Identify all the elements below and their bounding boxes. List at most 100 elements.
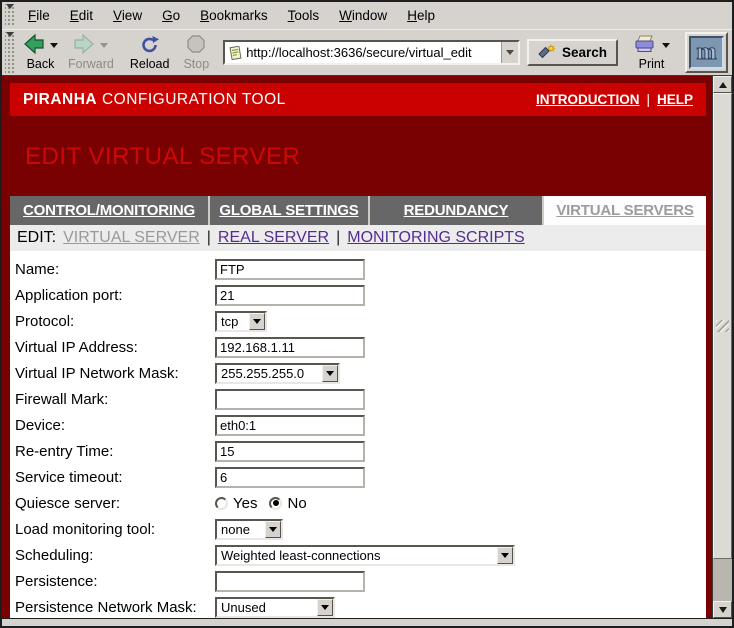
subnav-prefix: EDIT: — [17, 229, 56, 247]
back-label: Back — [27, 57, 55, 71]
reload-icon — [140, 35, 160, 57]
chevron-down-icon — [253, 319, 261, 324]
url-bar — [223, 40, 520, 65]
menu-bar: FileEditViewGoBookmarksToolsWindowHelp — [2, 2, 732, 29]
field-label: Quiesce server: — [15, 495, 215, 512]
subnav-separator: | — [207, 229, 211, 247]
field-label: Persistence: — [15, 573, 215, 590]
chevron-down-icon — [501, 553, 509, 558]
dropdown-value: Weighted least-connections — [217, 548, 497, 563]
search-button[interactable]: Search — [527, 39, 618, 66]
form-row-quiesce-server: Quiesce server:YesNo — [10, 490, 706, 516]
reload-label: Reload — [130, 57, 170, 71]
form-row-virtual-ip-network-mask: Virtual IP Network Mask:255.255.255.0 — [10, 360, 706, 386]
tab-virtual-servers[interactable]: VIRTUAL SERVERS — [544, 196, 706, 225]
menu-tools[interactable]: Tools — [278, 4, 330, 27]
piranha-page: PIRANHA CONFIGURATION TOOL INTRODUCTION|… — [2, 76, 712, 618]
tab-redundancy[interactable]: REDUNDANCY — [370, 196, 544, 225]
quiesce-server-radio-yes[interactable] — [215, 497, 228, 510]
field-label: Load monitoring tool: — [15, 521, 215, 538]
subnav-link-virtual-server[interactable]: VIRTUAL SERVER — [63, 229, 200, 247]
dropdown-arrow-button[interactable] — [265, 521, 281, 538]
toolbar-grippy[interactable] — [5, 32, 15, 73]
scrollbar-thumb[interactable] — [713, 93, 732, 559]
mozilla-logo-button[interactable]: m — [685, 32, 728, 73]
search-label: Search — [562, 45, 607, 60]
forward-button[interactable]: Forward — [63, 31, 119, 75]
reload-button[interactable]: Reload — [125, 31, 175, 75]
forward-dropdown-arrow[interactable] — [100, 43, 108, 48]
vertical-scrollbar[interactable] — [712, 76, 732, 618]
scroll-up-button[interactable] — [713, 76, 732, 93]
field-label: Virtual IP Address: — [15, 339, 215, 356]
print-dropdown-arrow[interactable] — [662, 43, 670, 48]
menu-go[interactable]: Go — [152, 4, 190, 27]
subnav-link-monitoring-scripts[interactable]: MONITORING SCRIPTS — [347, 229, 525, 247]
form-row-load-monitoring-tool: Load monitoring tool:none — [10, 516, 706, 542]
header-link-separator: | — [646, 92, 650, 107]
scheduling-dropdown[interactable]: Weighted least-connections — [215, 545, 515, 566]
back-dropdown-arrow[interactable] — [50, 43, 58, 48]
scroll-down-icon — [719, 607, 727, 613]
re-entry-time-input[interactable] — [215, 441, 365, 462]
form-area: Name:Application port:Protocol:tcpVirtua… — [10, 251, 706, 618]
subnav-link-real-server[interactable]: REAL SERVER — [218, 229, 329, 247]
dropdown-arrow-button[interactable] — [497, 547, 513, 564]
chevron-down-icon — [321, 605, 329, 610]
back-icon — [23, 34, 45, 57]
browser-viewport: PIRANHA CONFIGURATION TOOL INTRODUCTION|… — [2, 76, 732, 618]
scroll-up-icon — [719, 82, 727, 88]
virtual-ip-address-input[interactable] — [215, 337, 365, 358]
form-row-protocol: Protocol:tcp — [10, 308, 706, 334]
service-timeout-input[interactable] — [215, 467, 365, 488]
header-link-introduction[interactable]: INTRODUCTION — [536, 92, 640, 107]
subnav-separator: | — [336, 229, 340, 247]
scrollbar-track[interactable] — [713, 559, 732, 601]
dropdown-arrow-button[interactable] — [249, 313, 265, 330]
field-label: Virtual IP Network Mask: — [15, 365, 215, 382]
header-link-help[interactable]: HELP — [657, 92, 693, 107]
quiesce-server-radio-no[interactable] — [269, 497, 282, 510]
load-monitoring-tool-dropdown[interactable]: none — [215, 519, 283, 540]
name-input[interactable] — [215, 259, 365, 280]
form-row-virtual-ip-address: Virtual IP Address: — [10, 334, 706, 360]
subnav: EDIT: VIRTUAL SERVER | REAL SERVER | MONITORI… — [10, 225, 706, 251]
firewall-mark-input[interactable] — [215, 389, 365, 410]
forward-label: Forward — [68, 57, 114, 71]
tab-global-settings[interactable]: GLOBAL SETTINGS — [210, 196, 370, 225]
persistence-input[interactable] — [215, 571, 365, 592]
application-port-input[interactable] — [215, 285, 365, 306]
menu-bar-items: FileEditViewGoBookmarksToolsWindowHelp — [18, 4, 445, 27]
menu-view[interactable]: View — [103, 4, 152, 27]
field-label: Scheduling: — [15, 547, 215, 564]
stop-button[interactable]: Stop — [178, 31, 214, 75]
url-input[interactable] — [245, 45, 501, 60]
bookmark-page-icon[interactable] — [225, 46, 245, 60]
virtual-ip-network-mask-dropdown[interactable]: 255.255.255.0 — [215, 363, 340, 384]
dropdown-arrow-button[interactable] — [317, 599, 333, 616]
menu-file[interactable]: File — [18, 4, 60, 27]
dropdown-arrow-button[interactable] — [322, 365, 338, 382]
field-label: Firewall Mark: — [15, 391, 215, 408]
chevron-down-icon — [326, 371, 334, 376]
tab-control-monitoring[interactable]: CONTROL/MONITORING — [10, 196, 210, 225]
menubar-grippy[interactable] — [5, 4, 15, 27]
tab-bar: CONTROL/MONITORINGGLOBAL SETTINGSREDUNDA… — [10, 196, 706, 225]
print-icon — [633, 35, 657, 57]
url-dropdown-button[interactable] — [501, 42, 518, 63]
dropdown-value: tcp — [217, 314, 249, 329]
persistence-network-mask-dropdown[interactable]: Unused — [215, 597, 335, 618]
field-label: Application port: — [15, 287, 215, 304]
menu-window[interactable]: Window — [329, 4, 397, 27]
print-button[interactable]: Print — [628, 31, 675, 75]
forward-icon — [73, 34, 95, 57]
form-row-service-timeout: Service timeout: — [10, 464, 706, 490]
menu-bookmarks[interactable]: Bookmarks — [190, 4, 278, 27]
back-button[interactable]: Back — [18, 31, 63, 75]
radio-label: Yes — [233, 495, 257, 512]
protocol-dropdown[interactable]: tcp — [215, 311, 267, 332]
menu-help[interactable]: Help — [397, 4, 445, 27]
menu-edit[interactable]: Edit — [60, 4, 103, 27]
scroll-down-button[interactable] — [713, 601, 732, 618]
device-input[interactable] — [215, 415, 365, 436]
